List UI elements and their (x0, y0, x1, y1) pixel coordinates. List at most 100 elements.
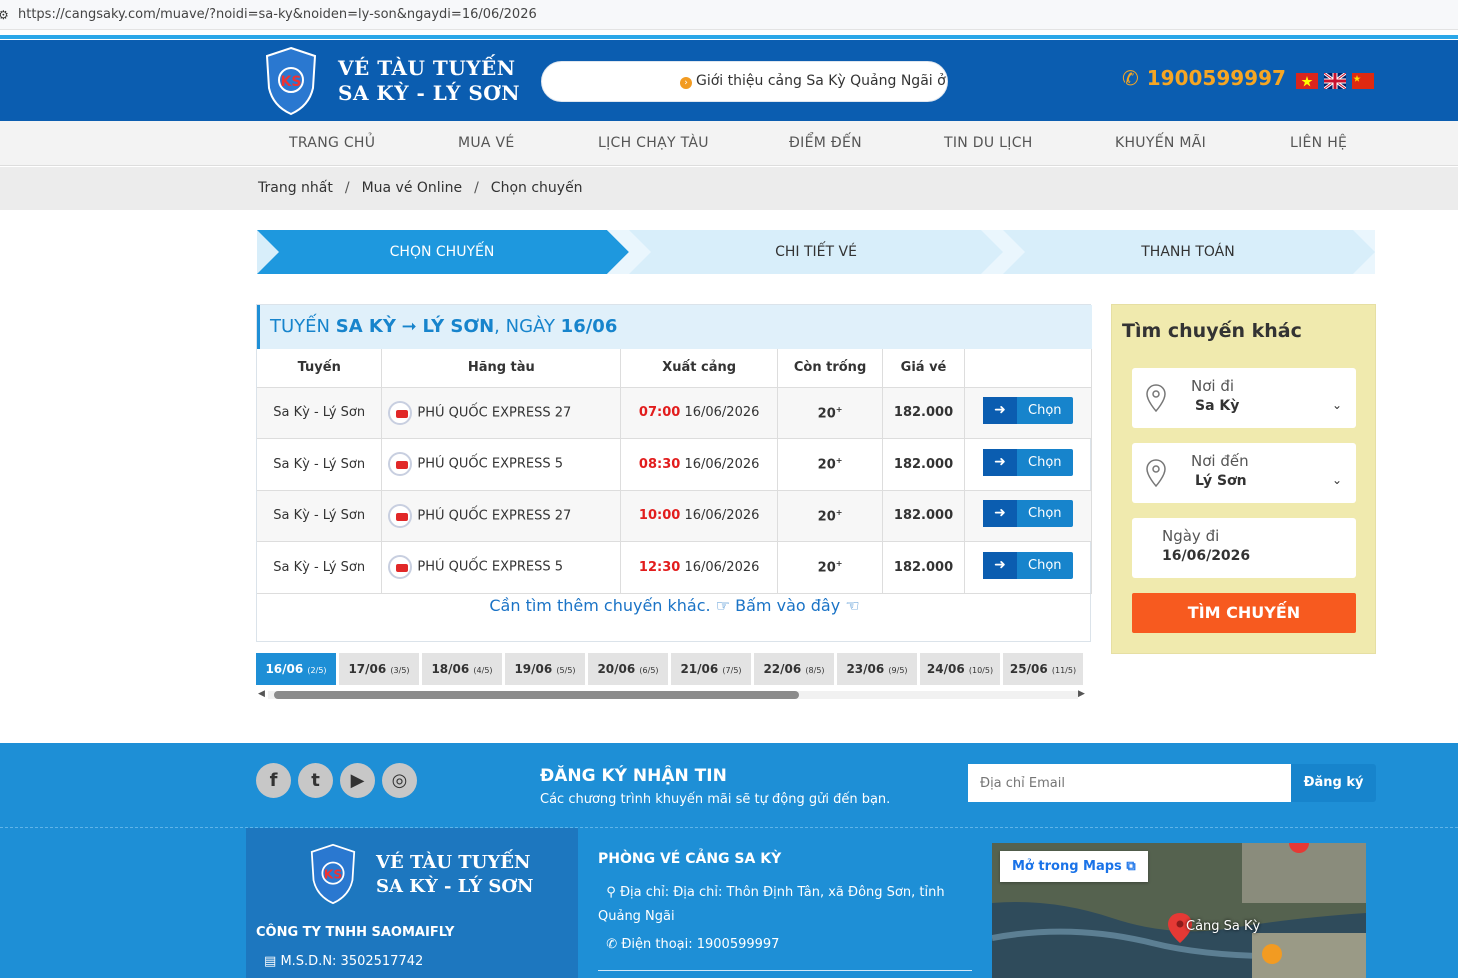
date-tab[interactable]: 18/06 (4/5) (422, 653, 502, 685)
date-label: Ngày đi (1162, 527, 1220, 545)
date-tab[interactable]: 21/06 (7/5) (671, 653, 751, 685)
date-tab[interactable]: 19/06 (5/5) (505, 653, 585, 685)
hotline[interactable]: ✆ 1900599997 (1122, 66, 1286, 90)
site-info-icon[interactable]: ⚙ (0, 9, 9, 21)
row-route: Sa Kỳ - Lý Sơn (257, 541, 383, 594)
date-tab-day: 23/06 (846, 662, 885, 676)
ship-company-logo-icon (388, 400, 413, 425)
arrow-right-icon: ➜ (983, 500, 1017, 528)
nav-item-contact[interactable]: LIÊN HỆ (1290, 135, 1347, 151)
ship-company-logo-icon (388, 503, 413, 528)
date-tab[interactable]: 24/06 (10/5) (920, 653, 1000, 685)
language-flags (1296, 73, 1374, 89)
date-tab[interactable]: 22/06 (8/5) (754, 653, 834, 685)
date-tab[interactable]: 17/06 (3/5) (339, 653, 419, 685)
departure-time: 12:30 (638, 559, 681, 575)
nav-item-schedule[interactable]: LỊCH CHẠY TÀU (598, 135, 709, 151)
office-phone: ✆ Điện thoại: 1900599997 (598, 933, 972, 957)
date-tab-count: (5/5) (556, 666, 576, 675)
header-top-strip (0, 35, 1458, 39)
breadcrumb-separator: / (344, 180, 350, 196)
uk-flag-icon[interactable] (1324, 73, 1346, 89)
from-select[interactable]: Nơi đi Sa Kỳ ⌄ (1132, 368, 1356, 428)
date-tab[interactable]: 25/06 (11/5) (1003, 653, 1083, 685)
row-price: 182.000 (882, 387, 965, 439)
browser-url-bar[interactable]: ⚙ https://cangsaky.com/muave/?noidi=sa-k… (0, 0, 1458, 30)
nav-item-promotions[interactable]: KHUYẾN MÃI (1115, 135, 1206, 151)
newsletter-title: ĐĂNG KÝ NHẬN TIN (540, 766, 727, 786)
map-embed[interactable]: Mở trong Maps ⧉ Cảng Sa Kỳ (992, 843, 1366, 978)
date-tab-day: 24/06 (926, 662, 965, 676)
nav-item-buy-ticket[interactable]: MUA VÉ (458, 135, 515, 151)
scrollbar-thumb[interactable] (274, 691, 799, 699)
table-row: Sa Kỳ - Lý Sơn PHÚ QUỐC EXPRESS 27 07:00… (257, 387, 1092, 439)
footer-divider (0, 827, 1458, 828)
footer-logo-text: VÉ TÀU TUYẾN SA KỲ - LÝ SƠN (376, 851, 533, 899)
youtube-icon[interactable]: ▶ (340, 763, 375, 798)
social-links: f t ▶ ◎ (256, 763, 417, 798)
row-ship: PHÚ QUỐC EXPRESS 27 (381, 387, 622, 439)
nav-item-travel-news[interactable]: TIN DU LỊCH (944, 135, 1033, 151)
seat-count: 20 (817, 457, 836, 473)
twitter-icon[interactable]: t (298, 763, 333, 798)
date-tabs: 16/06 (2/5) 17/06 (3/5) 18/06 (4/5) 19/0… (256, 653, 1089, 685)
facebook-icon[interactable]: f (256, 763, 291, 798)
nav-item-home[interactable]: TRANG CHỦ (289, 135, 375, 151)
hotline-number: 1900599997 (1146, 66, 1286, 90)
choose-trip-button[interactable]: ➜ Chọn (983, 551, 1073, 579)
newsletter-subtitle: Các chương trình khuyến mãi sẽ tự động g… (540, 792, 891, 807)
from-value: Sa Kỳ (1195, 398, 1240, 414)
row-departure: 07:00 16/06/2026 (620, 387, 779, 439)
company-name: CÔNG TY TNHH SAOMAIFLY (256, 925, 455, 940)
email-input[interactable] (968, 764, 1291, 802)
china-flag-icon[interactable] (1352, 73, 1374, 89)
scroll-left-icon[interactable]: ◀ (258, 689, 265, 699)
choose-trip-button[interactable]: ➜ Chọn (983, 448, 1073, 476)
search-trip-button[interactable]: TÌM CHUYẾN (1132, 593, 1356, 633)
to-value: Lý Sơn (1195, 473, 1247, 489)
nav-item-destinations[interactable]: ĐIỂM ĐẾN (789, 135, 862, 151)
breadcrumb-home[interactable]: Trang nhất (258, 180, 333, 196)
arrow-right-icon: ➜ (983, 448, 1017, 476)
choose-trip-button[interactable]: ➜ Chọn (983, 500, 1073, 528)
choose-trip-label: Chọn (1028, 403, 1062, 419)
date-tabs-scrollbar[interactable]: ◀ ▶ (256, 688, 1089, 702)
phone-icon: ✆ (606, 937, 618, 952)
col-ship: Hãng tàu (381, 349, 622, 388)
news-marquee[interactable]: › Giới thiệu cảng Sa Kỳ Quảng Ngãi ở đâ (541, 61, 948, 102)
step-payment: THANH TOÁN (1141, 244, 1235, 260)
row-seats: 20+ (777, 541, 884, 594)
logo-text[interactable]: VÉ TÀU TUYẾN SA KỲ - LÝ SƠN (338, 56, 520, 106)
seat-count: 20 (817, 508, 836, 524)
marquee-content: › Giới thiệu cảng Sa Kỳ Quảng Ngãi ở đâ (680, 73, 947, 89)
departure-time: 07:00 (638, 405, 681, 421)
chevron-down-icon: ⌄ (1331, 473, 1342, 487)
choose-trip-button[interactable]: ➜ Chọn (983, 397, 1073, 425)
main-nav: TRANG CHỦ MUA VÉ LỊCH CHẠY TÀU ĐIỂM ĐẾN … (0, 121, 1458, 166)
date-field[interactable]: Ngày đi 16/06/2026 (1132, 518, 1356, 578)
ship-name: PHÚ QUỐC EXPRESS 5 (417, 559, 563, 575)
row-price: 182.000 (882, 438, 965, 491)
chevron-right-circle-icon: › (680, 77, 692, 89)
date-value: 16/06/2026 (1162, 548, 1251, 564)
date-tab[interactable]: 16/06 (2/5) (256, 653, 336, 685)
departure-date: 16/06/2026 (684, 559, 760, 575)
scroll-right-icon[interactable]: ▶ (1078, 689, 1085, 699)
vietnam-flag-icon[interactable] (1296, 73, 1318, 89)
open-in-maps-button[interactable]: Mở trong Maps ⧉ (1000, 851, 1148, 882)
more-trips-link[interactable]: ☞ Bấm vào đây ☜ (716, 596, 860, 615)
address-text: Địa chỉ: Địa chỉ: Thôn Định Tân, xã Đông… (598, 885, 945, 924)
company-block: KS VÉ TÀU TUYẾN SA KỲ - LÝ SƠN CÔNG TY T… (246, 828, 578, 978)
date-tab-count: (8/5) (805, 666, 825, 675)
phone-icon: ✆ (1122, 66, 1139, 90)
from-label: Nơi đi (1191, 377, 1235, 395)
date-tab[interactable]: 23/06 (9/5) (837, 653, 917, 685)
instagram-icon[interactable]: ◎ (382, 763, 417, 798)
breadcrumb-buy-online[interactable]: Mua vé Online (362, 180, 463, 196)
breadcrumb: Trang nhất / Mua vé Online / Chọn chuyến (258, 180, 583, 196)
to-select[interactable]: Nơi đến Lý Sơn ⌄ (1132, 443, 1356, 503)
url-text[interactable]: https://cangsaky.com/muave/?noidi=sa-ky&… (18, 7, 537, 22)
date-tab[interactable]: 20/06 (6/5) (588, 653, 668, 685)
register-button[interactable]: Đăng ký (1291, 764, 1376, 802)
logo-shield-icon[interactable]: KS (265, 46, 317, 116)
